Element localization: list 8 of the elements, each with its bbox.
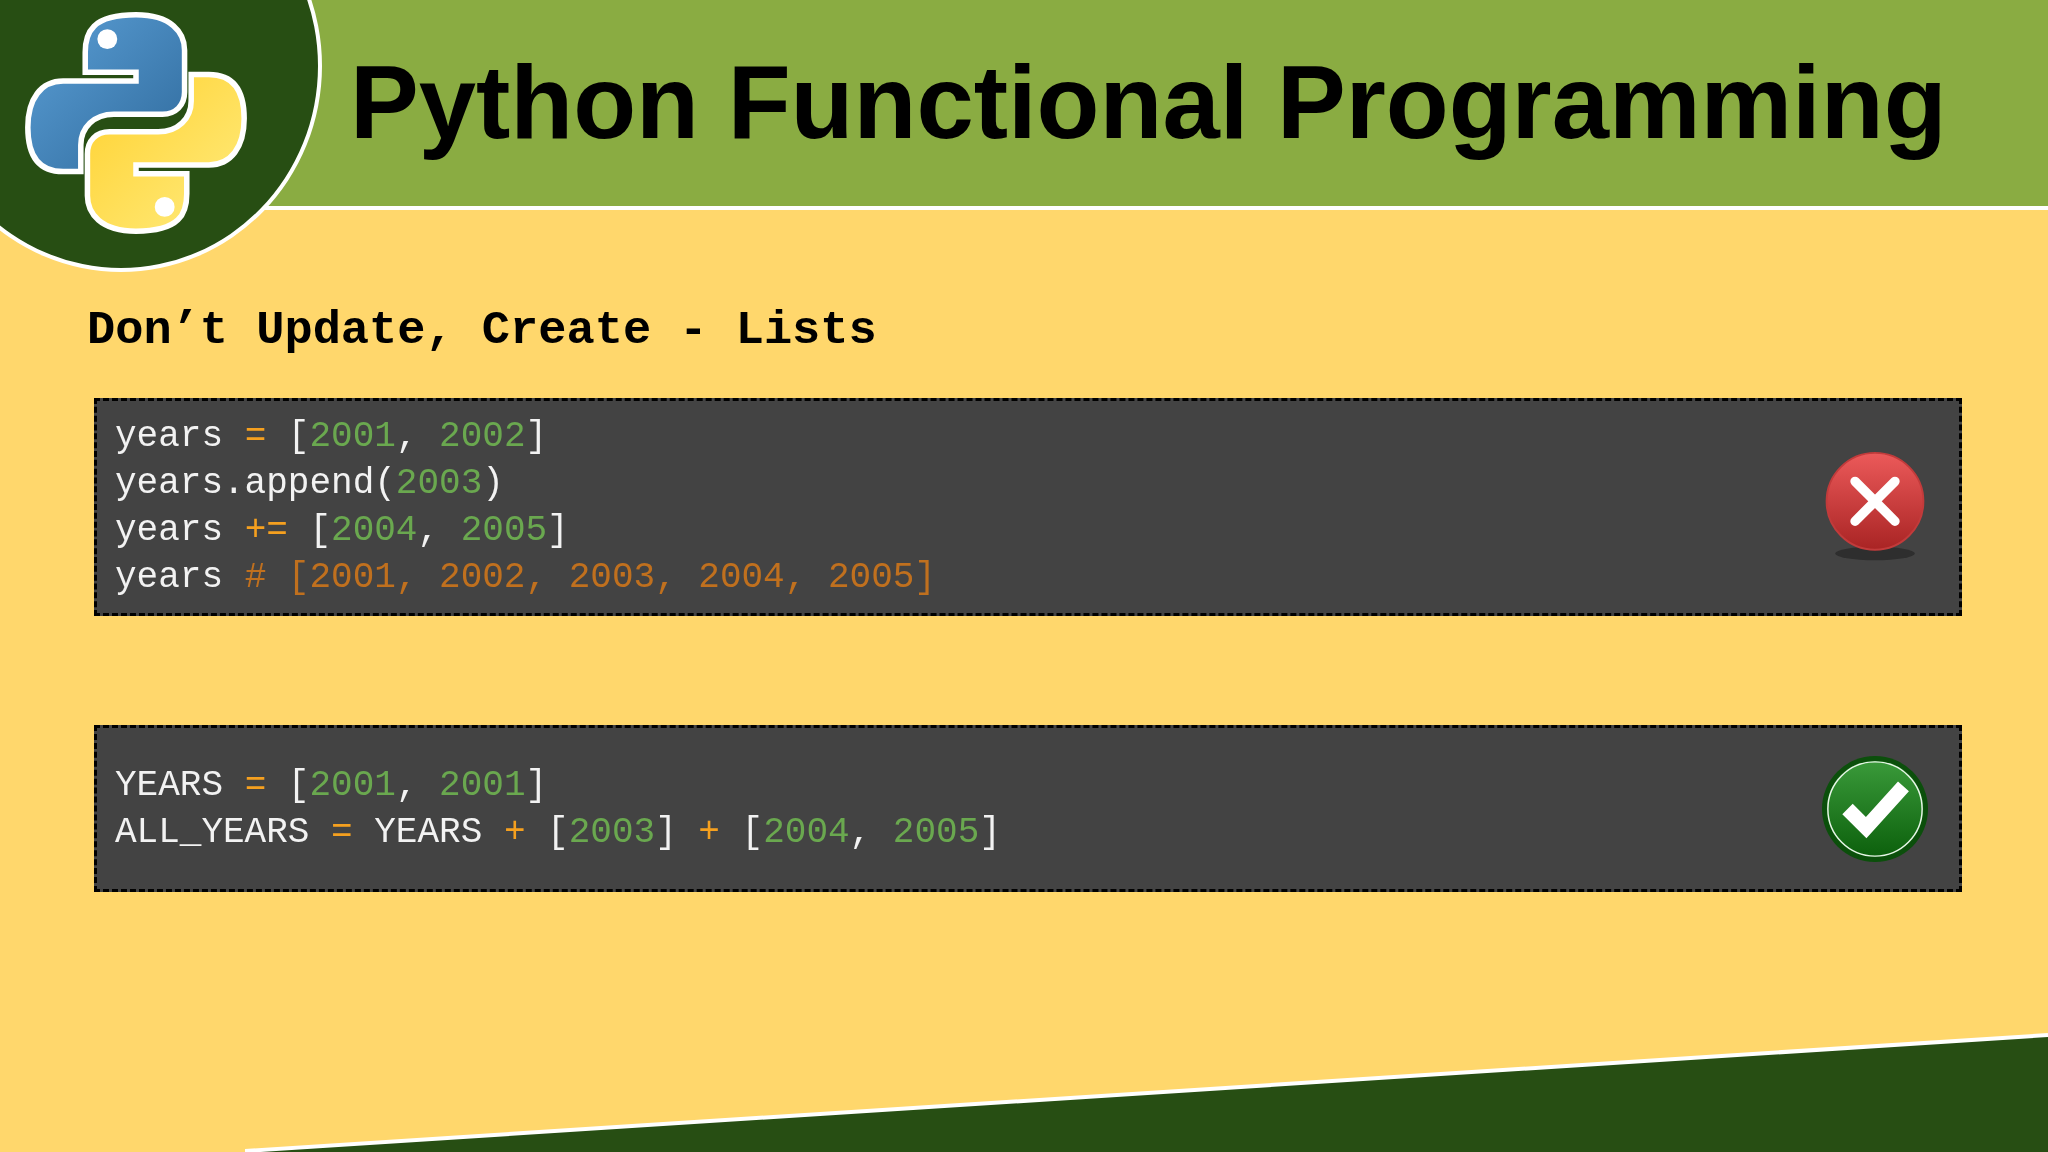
code-line: YEARS = [2001, 2001] [115, 763, 548, 808]
code-line: years = [2001, 2002] [115, 415, 548, 459]
slide-title: Python Functional Programming [350, 43, 1947, 162]
code-line: ALL_YEARS = YEARS + [2003] + [2004, 2005] [115, 810, 1001, 855]
code-line: years.append(2003) [115, 462, 504, 506]
section-heading: Don’t Update, Create - Lists [87, 303, 877, 358]
code-line: years # [2001, 2002, 2003, 2004, 2005] [115, 556, 936, 600]
code-line: years += [2004, 2005] [115, 509, 569, 553]
